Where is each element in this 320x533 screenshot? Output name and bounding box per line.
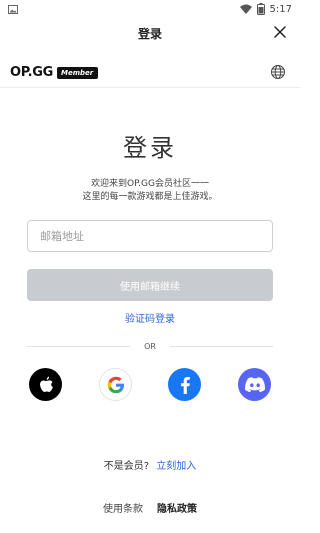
divider-line-left [27, 345, 131, 347]
status-time: 5:17 [269, 3, 292, 15]
login-heading: 登录 [123, 134, 177, 162]
globe-icon[interactable] [270, 64, 286, 80]
welcome-text: 欢迎来到OP.GG会员社区一一 这里的每一款游戏都是上佳游戏。 [0, 178, 300, 204]
logo-text: OP.GG [10, 65, 53, 80]
welcome-line-2: 这里的每一款游戏都是上佳游戏。 [82, 192, 218, 202]
welcome-line-1: 欢迎来到OP.GG会员社区一一 [91, 179, 209, 189]
verification-code-login-link[interactable]: 验证码登录 [0, 310, 300, 325]
apple-login-button[interactable] [29, 368, 62, 401]
footer-links: 使用条款 隐私政策 [0, 500, 300, 515]
email-field[interactable] [27, 220, 273, 252]
terms-of-use-link[interactable]: 使用条款 [103, 500, 143, 515]
top-bar: 登录 [0, 18, 300, 48]
continue-with-email-button[interactable]: 使用邮箱继续 [27, 269, 273, 301]
privacy-policy-link[interactable]: 隐私政策 [157, 500, 197, 515]
facebook-icon [180, 376, 190, 394]
opgg-member-logo: OP.GG Member [10, 65, 99, 80]
facebook-login-button[interactable] [168, 368, 201, 401]
discord-login-button[interactable] [238, 368, 271, 401]
signup-prompt: 不是会员? [103, 461, 150, 472]
divider-line-right [169, 345, 274, 347]
wifi-icon [239, 4, 252, 14]
discord-icon [244, 377, 265, 392]
status-bar: 5:17 [0, 0, 300, 18]
apple-icon [39, 376, 53, 392]
google-login-button[interactable] [99, 368, 132, 401]
or-divider: OR [27, 340, 274, 352]
or-label: OR [144, 341, 156, 351]
google-icon [107, 376, 124, 393]
image-icon [8, 4, 18, 14]
member-badge: Member [56, 66, 99, 79]
signup-row: 不是会员? 立刻加入 [0, 457, 300, 472]
join-now-link[interactable]: 立刻加入 [156, 461, 196, 472]
page-title: 登录 [137, 26, 162, 41]
battery-icon [256, 3, 265, 15]
close-icon[interactable] [272, 24, 288, 40]
brand-bar: OP.GG Member [0, 60, 300, 88]
